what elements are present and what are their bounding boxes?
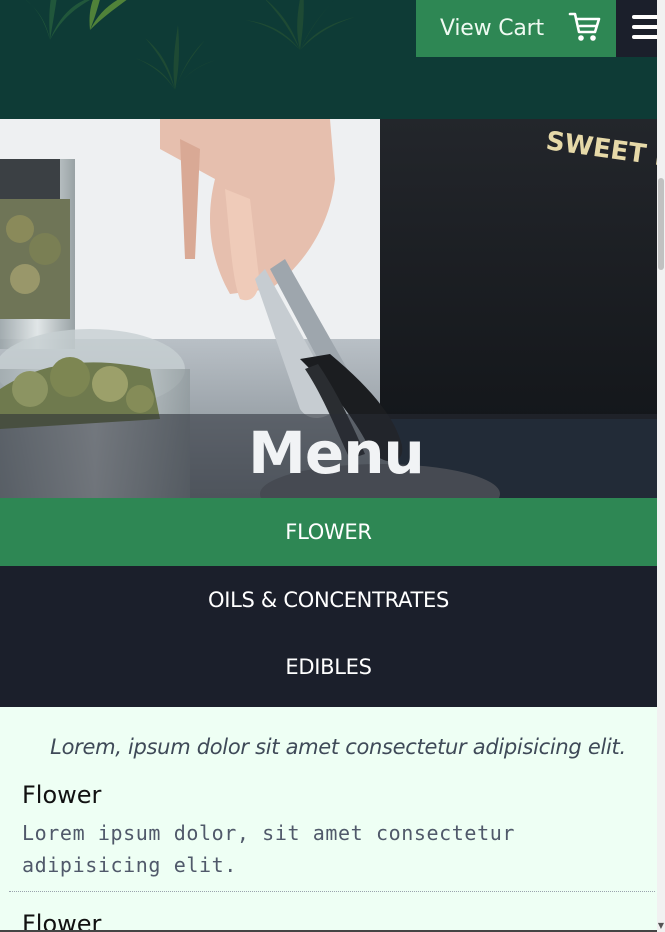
tab-edibles[interactable]: EDIBLES [0, 634, 657, 707]
menu-item-title: Flower [22, 910, 102, 932]
hamburger-menu-icon [632, 15, 657, 19]
scrollbar-thumb[interactable] [658, 178, 664, 270]
page-scrollbar[interactable]: ▼ [657, 0, 665, 932]
menu-content: Lorem, ipsum dolor sit amet consectetur … [0, 707, 657, 932]
cannabis-leaf-decoration [135, 25, 216, 90]
view-cart-button[interactable]: View Cart [416, 0, 616, 57]
hamburger-menu-icon [632, 35, 657, 39]
view-cart-label: View Cart [440, 16, 544, 41]
menu-item-description: Lorem ipsum dolor, sit amet consectetur … [22, 821, 515, 877]
shopping-cart-icon [568, 12, 601, 41]
item-divider [9, 891, 655, 892]
cannabis-leaf-decoration [245, 0, 355, 50]
hero-banner: SWEET L Menu [0, 119, 657, 498]
page: View Cart SWEET L Menu FLOWER OILS & CON… [0, 0, 657, 932]
scroll-down-arrow-icon[interactable]: ▼ [657, 920, 665, 932]
tab-oils-concentrates[interactable]: OILS & CONCENTRATES [0, 566, 657, 634]
tab-flower[interactable]: FLOWER [0, 498, 657, 566]
intro-text: Lorem, ipsum dolor sit amet consectetur … [50, 735, 626, 759]
menu-item-title: Flower [22, 781, 102, 809]
hamburger-menu-button[interactable] [616, 0, 657, 57]
site-header: View Cart [0, 0, 657, 119]
hamburger-menu-icon [632, 25, 657, 29]
page-title: Menu [248, 419, 425, 487]
